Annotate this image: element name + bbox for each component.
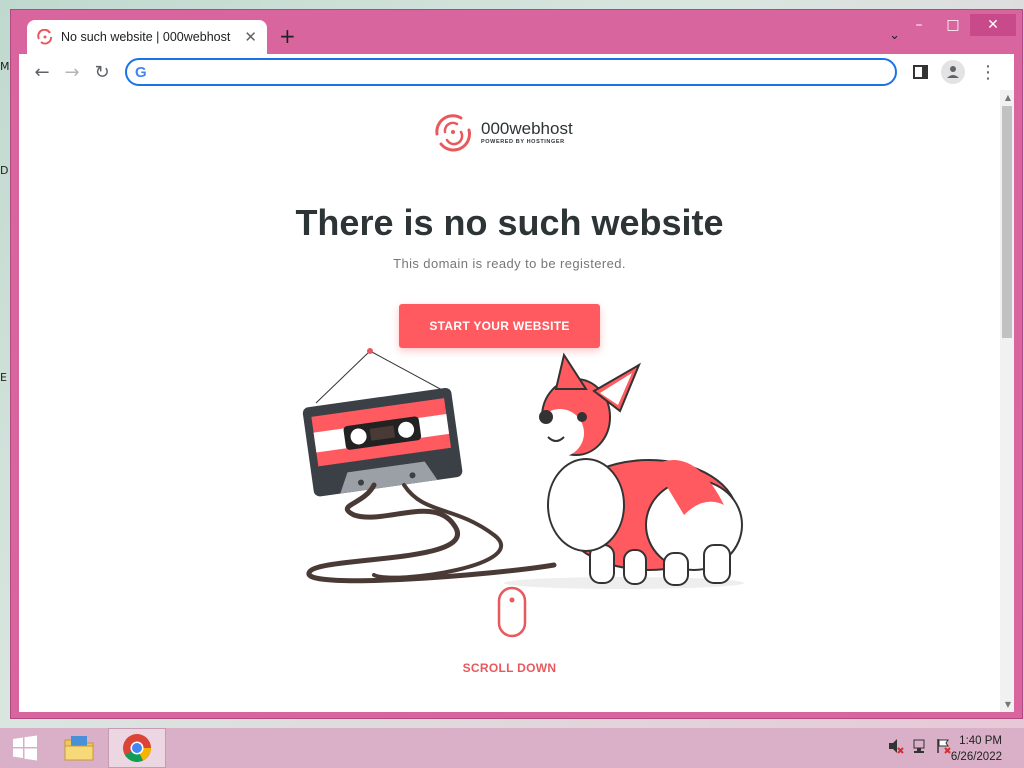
windows-logo-icon xyxy=(13,735,37,761)
side-panel-icon[interactable] xyxy=(909,60,933,84)
start-your-website-button[interactable]: START YOUR WEBSITE xyxy=(399,304,600,348)
browser-tab[interactable]: No such website | 000webhost ✕ xyxy=(27,20,267,54)
window-controls: – □ ✕ xyxy=(902,14,1016,36)
volume-muted-icon[interactable] xyxy=(888,738,904,754)
scroll-mouse-icon xyxy=(497,586,527,638)
minimize-button[interactable]: – xyxy=(902,14,936,36)
logo-tagline: POWERED BY HOSTINGER xyxy=(481,139,565,145)
browser-toolbar: ← → ↻ G ⋮ xyxy=(19,54,1014,90)
file-explorer-button[interactable] xyxy=(50,728,108,768)
000webhost-logo-icon xyxy=(435,114,471,152)
back-button[interactable]: ← xyxy=(27,57,57,87)
page-viewport: 000webhost POWERED BY HOSTINGER There is… xyxy=(19,90,1014,712)
system-tray xyxy=(888,738,952,754)
page-scrollbar[interactable]: ▲ ▼ xyxy=(1000,90,1014,712)
browser-menu-button[interactable]: ⋮ xyxy=(973,57,1003,87)
clock-time: 1:40 PM xyxy=(959,735,1002,747)
scroll-down-icon[interactable]: ▼ xyxy=(1005,700,1011,709)
system-clock[interactable]: 1:40 PM 6/26/2022 xyxy=(951,733,1002,765)
taskbar: 1:40 PM 6/26/2022 xyxy=(0,728,1024,768)
tab-title: No such website | 000webhost xyxy=(61,30,231,44)
desktop-icon-label: D xyxy=(0,164,9,177)
chrome-taskbar-button[interactable] xyxy=(108,728,166,768)
tab-close-icon[interactable]: ✕ xyxy=(244,28,257,46)
action-center-flag-icon[interactable] xyxy=(936,738,952,754)
page-title: There is no such website xyxy=(295,202,724,243)
google-icon: G xyxy=(135,63,147,81)
folder-icon xyxy=(64,736,94,761)
forward-button[interactable]: → xyxy=(57,57,87,87)
maximize-button[interactable]: □ xyxy=(936,14,970,36)
new-tab-button[interactable]: + xyxy=(279,24,296,48)
page-subtitle: This domain is ready to be registered. xyxy=(393,256,626,271)
000webhost-favicon-icon xyxy=(37,29,52,45)
tab-search-button[interactable]: ⌄ xyxy=(889,28,900,43)
profile-avatar[interactable] xyxy=(941,60,965,84)
logo-name: 000webhost xyxy=(481,119,573,138)
start-button[interactable] xyxy=(0,728,50,768)
close-window-button[interactable]: ✕ xyxy=(970,14,1016,36)
network-icon[interactable] xyxy=(912,738,928,754)
reload-button[interactable]: ↻ xyxy=(87,57,117,87)
clock-date: 6/26/2022 xyxy=(950,751,1002,763)
browser-window: – □ ✕ No such website | 000webhost ✕ + ⌄… xyxy=(10,9,1023,719)
scroll-up-icon[interactable]: ▲ xyxy=(1005,93,1011,102)
cassette-corgi-illustration xyxy=(302,348,744,589)
desktop-icon-label: E xyxy=(0,371,7,384)
scrollbar-thumb[interactable] xyxy=(1002,106,1012,338)
address-input[interactable] xyxy=(154,64,887,80)
address-bar[interactable]: G xyxy=(125,58,897,86)
000webhost-logo[interactable]: 000webhost POWERED BY HOSTINGER xyxy=(431,112,573,152)
person-icon xyxy=(947,66,959,78)
desktop-icon-label: M xyxy=(0,60,10,73)
chrome-icon xyxy=(123,734,151,762)
scroll-down-link[interactable]: SCROLL DOWN xyxy=(19,661,1000,675)
